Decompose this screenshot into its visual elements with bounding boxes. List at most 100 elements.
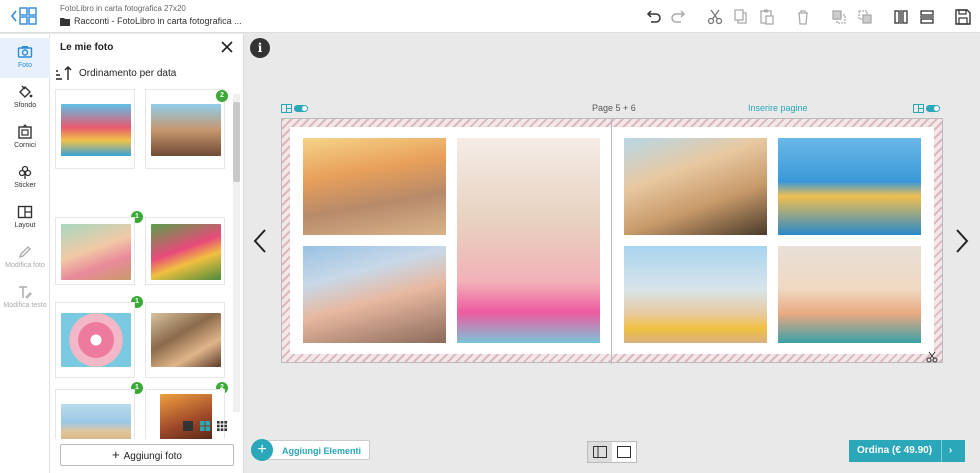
photo-slot[interactable]	[624, 246, 767, 343]
single-page-view-button[interactable]	[612, 442, 636, 462]
save-floppy-icon	[955, 8, 971, 25]
layout-icon	[17, 205, 33, 219]
small-thumbnails-icon[interactable]	[217, 421, 227, 431]
copy-button[interactable]	[728, 4, 754, 30]
bring-forward-icon	[832, 9, 846, 24]
rail-item-modifica-testo[interactable]: Modifica testo	[0, 278, 50, 318]
scissors-icon	[707, 9, 723, 24]
thumbnail-size-toggles	[183, 421, 227, 431]
delete-button[interactable]	[790, 4, 816, 30]
close-icon[interactable]	[220, 40, 234, 54]
rail-item-label: Sfondo	[13, 102, 37, 109]
save-button[interactable]	[950, 4, 976, 30]
rail-item-modifica-foto[interactable]: Modifica foto	[0, 238, 50, 278]
photo-image	[61, 404, 131, 439]
mirror-horizontal-button[interactable]	[914, 4, 940, 30]
usage-count-badge: 2	[216, 90, 228, 102]
paste-button[interactable]	[754, 4, 780, 30]
spread-view-icon	[593, 446, 607, 458]
add-photo-label: Aggiungi foto	[123, 451, 182, 462]
photo-image	[151, 313, 221, 367]
insert-pages-link[interactable]: Inserire pagine	[748, 103, 808, 113]
panel-scrollbar[interactable]	[233, 94, 240, 412]
toolbar	[640, 0, 980, 33]
single-page-view-icon	[617, 446, 631, 458]
add-photo-button[interactable]: + Aggiungi foto	[60, 444, 234, 466]
document-subtitle-text: Racconti - FotoLibro in carta fotografic…	[74, 16, 242, 26]
rail-item-sfondo[interactable]: Sfondo	[0, 78, 50, 118]
sticker-icon	[18, 165, 32, 179]
rail-item-label: Foto	[17, 62, 32, 69]
mirror-horizontal-icon	[920, 9, 934, 24]
camera-icon	[17, 46, 33, 58]
spread-view-button[interactable]	[588, 442, 612, 462]
plus-icon: +	[112, 447, 120, 462]
next-page-arrow-icon[interactable]	[955, 228, 969, 254]
folder-icon	[60, 17, 70, 26]
scissors-icon[interactable]	[926, 351, 938, 363]
redo-button[interactable]	[666, 4, 692, 30]
photo-slot[interactable]	[303, 138, 446, 235]
rail-item-label: Layout	[14, 222, 36, 229]
photo-slot[interactable]	[778, 138, 921, 235]
pencil-icon	[18, 246, 31, 259]
photo-image	[151, 104, 221, 156]
add-elements-label: Aggiungi Elementi	[267, 440, 371, 460]
plus-icon: +	[251, 439, 273, 461]
sort-ascending-icon	[56, 66, 72, 80]
rail-item-cornici[interactable]: Cornici	[0, 118, 50, 158]
photobook-spread	[281, 118, 943, 364]
scrollbar-thumb[interactable]	[233, 102, 240, 182]
photo-thumb[interactable]	[145, 302, 225, 378]
rail-item-sticker[interactable]: Sticker	[0, 158, 50, 198]
copy-icon	[734, 8, 747, 24]
photo-thumb[interactable]	[145, 89, 225, 169]
order-label: Ordina (€ 49.90)	[857, 445, 933, 456]
left-rail: Foto Sfondo Cornici Sticker Layout Modif…	[0, 34, 50, 473]
text-icon	[19, 286, 32, 299]
photo-thumb[interactable]	[145, 389, 225, 439]
add-elements-button[interactable]: + Aggiungi Elementi	[251, 439, 371, 461]
photo-image	[151, 224, 221, 280]
send-backward-icon	[858, 9, 872, 24]
sort-control[interactable]: Ordinamento per data	[55, 65, 176, 81]
photo-thumb[interactable]	[55, 89, 135, 169]
top-bar: FotoLibro in carta fotografica 27x20 Rac…	[0, 0, 980, 33]
photo-thumb[interactable]	[55, 217, 135, 285]
back-grid-logo-icon[interactable]	[10, 6, 40, 26]
previous-page-arrow-icon[interactable]	[253, 228, 267, 254]
page-label: Page 5 + 6	[592, 103, 636, 113]
cut-button[interactable]	[702, 4, 728, 30]
document-subtitle[interactable]: Racconti - FotoLibro in carta fotografic…	[60, 16, 242, 26]
rail-item-foto[interactable]: Foto	[0, 38, 50, 78]
mirror-vertical-icon	[894, 9, 908, 24]
photo-slot[interactable]	[624, 138, 767, 235]
undo-button[interactable]	[640, 4, 666, 30]
rail-item-label: Modifica foto	[5, 262, 45, 269]
order-button[interactable]: Ordina (€ 49.90) ›	[849, 440, 965, 462]
spread-pages	[290, 127, 934, 354]
mirror-vertical-button[interactable]	[888, 4, 914, 30]
send-backward-button[interactable]	[852, 4, 878, 30]
info-icon[interactable]: i	[250, 38, 270, 58]
medium-thumbnails-icon[interactable]	[200, 421, 210, 431]
photo-slot[interactable]	[778, 246, 921, 343]
bring-forward-button[interactable]	[826, 4, 852, 30]
photo-image	[61, 104, 131, 156]
photo-grid: 2 1 1 1 2	[55, 89, 235, 439]
photo-slot[interactable]	[457, 138, 600, 343]
photo-image	[160, 394, 212, 439]
rail-item-label: Sticker	[14, 182, 36, 189]
chevron-right-icon: ›	[941, 440, 959, 462]
left-page-layout-toggle-icon[interactable]	[281, 104, 309, 113]
right-page-layout-toggle-icon[interactable]	[913, 104, 941, 113]
photo-thumb[interactable]	[55, 302, 135, 378]
rail-item-layout[interactable]: Layout	[0, 198, 50, 238]
undo-icon	[646, 9, 661, 23]
document-title: FotoLibro in carta fotografica 27x20	[60, 4, 186, 13]
photo-slot[interactable]	[303, 246, 446, 343]
large-thumbnails-icon[interactable]	[183, 421, 193, 431]
photo-thumb[interactable]	[145, 217, 225, 285]
photo-thumb[interactable]	[55, 389, 135, 439]
rail-item-label: Cornici	[14, 142, 36, 149]
